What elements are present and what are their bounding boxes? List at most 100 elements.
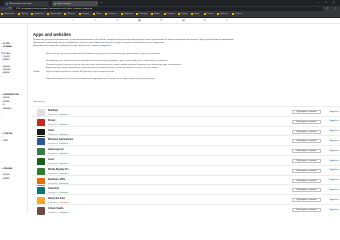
folder-icon (232, 13, 234, 15)
bookmark-item[interactable]: Видео (151, 13, 160, 15)
bookmark-item[interactable]: Документы (31, 13, 44, 15)
review-button[interactable]: Подтвердить и сравнить (292, 198, 321, 203)
bookmark-item[interactable]: Заметки (164, 13, 175, 15)
details-link[interactable]: Подробнее (329, 160, 339, 162)
folder-icon (93, 13, 95, 15)
security-icon[interactable]: ⛨ (160, 19, 162, 22)
details-link[interactable]: Подробнее (329, 189, 339, 191)
sidebar: ...ь по ...ечень... Учетные ...ления ...ройк… (0, 24, 28, 213)
review-button[interactable]: Подтвердить и сравнить (292, 149, 321, 154)
folder-icon (164, 13, 166, 15)
details-link[interactable]: Подробнее (329, 199, 339, 201)
sidebar-item[interactable]: ... (1, 111, 3, 115)
bookmark-item[interactable]: Курсы (191, 13, 200, 15)
learn-more-link[interactable]: Подробнее (100, 45, 110, 47)
app-name[interactable]: Arbex (48, 130, 55, 132)
folder-icon (47, 13, 49, 15)
new-tab-icon[interactable]: + (101, 1, 103, 4)
review-button[interactable]: Подтвердить и сравнить (292, 129, 321, 134)
details-link[interactable]: Подробнее (329, 150, 339, 152)
reload-icon[interactable]: ↻ (9, 7, 12, 10)
main-content: Apps and websites Управление доступом по… (32, 24, 340, 215)
bookmark-item[interactable]: Пароли (18, 13, 28, 15)
app-name[interactable]: CalenJoin (48, 188, 59, 190)
bookmark-item[interactable]: Задачи (178, 13, 188, 15)
bookmark-item[interactable]: Проекты (64, 13, 75, 15)
review-button[interactable]: Подтвердить и сравнить (292, 168, 321, 173)
details-link[interactable]: Подробнее (329, 169, 339, 171)
help-icon[interactable]: ? (226, 19, 228, 22)
minimize-icon[interactable]: – (318, 1, 320, 4)
sidebar-item[interactable]: ...чики (1, 139, 8, 143)
bookmark-item[interactable]: Модули (79, 13, 89, 15)
review-button[interactable]: Подтвердить и сравнить (292, 139, 321, 144)
bookmark-item[interactable]: Контакты (105, 13, 117, 15)
app-name[interactable]: Astra (48, 159, 54, 161)
details-link[interactable]: Подробнее (329, 120, 339, 122)
sidebar-item[interactable]: ...ройки (1, 177, 9, 181)
folder-icon (105, 13, 107, 15)
review-button[interactable]: Подтвердить и сравнить (292, 188, 321, 193)
intro-text: Дополнительные сведения о правилах досту… (33, 45, 111, 47)
bookmark-item[interactable]: Публикации (47, 13, 61, 15)
folder-icon (64, 13, 66, 15)
app-logo-icon (37, 207, 45, 215)
sidebar-item[interactable]: ... (1, 75, 3, 79)
back-icon[interactable]: ← (1, 7, 4, 10)
users-icon[interactable]: ☺ (94, 19, 97, 22)
apps-icon[interactable]: ▦ (138, 19, 141, 22)
bookmark-label: Модули (82, 13, 90, 15)
app-row[interactable]: Cohelo Studio Запрошено · Разрешено Подтве… (32, 204, 340, 218)
menu-icon[interactable]: ⋮ (334, 7, 337, 10)
devices-icon[interactable]: ▭ (116, 19, 119, 22)
bookmark-item[interactable]: Работа (204, 13, 214, 15)
app-name[interactable]: Gaia Inspector (48, 149, 64, 151)
settings-label: Общие (33, 71, 40, 73)
details-link[interactable]: Подробнее (329, 209, 339, 211)
close-tab-icon[interactable]: × (47, 2, 48, 4)
forward-icon[interactable]: → (5, 7, 8, 10)
app-name[interactable]: Mobile Display Pro (48, 169, 69, 171)
intro-text-part: Дополнительные сведения о правилах досту… (33, 45, 100, 47)
review-button[interactable]: Подтвердить и сравнить (292, 119, 321, 124)
app-name[interactable]: Ready Set Sold (48, 198, 65, 200)
review-button[interactable]: Подтвердить и сравнить (292, 208, 321, 212)
reports-icon[interactable]: ▤ (182, 19, 185, 22)
review-button[interactable]: Подтвердить и сравнить (292, 110, 321, 114)
app-name[interactable]: Windows Authenticator (48, 139, 74, 141)
bookmark-label: Видео (154, 13, 160, 15)
details-link[interactable]: Подробнее (329, 111, 339, 113)
app-name[interactable]: Cohelo Studio (48, 208, 64, 210)
app-name[interactable]: Dorest (48, 120, 55, 122)
home-icon[interactable]: ⌂ (72, 19, 74, 22)
details-link[interactable]: Подробнее (329, 140, 339, 142)
details-link[interactable]: Подробнее (329, 130, 339, 132)
bookmark-item[interactable]: Начальная (1, 13, 14, 15)
settings-line: Выбор типа доступа для всех приложений: … (46, 53, 161, 55)
bookmark-item[interactable]: Подписки (121, 13, 133, 15)
app-name[interactable]: Rembraco CDN (48, 179, 65, 181)
billing-icon[interactable]: $ (204, 19, 206, 22)
review-button[interactable]: Подтвердить и сравнить (292, 178, 321, 183)
address-text: «ЛК» экспериментальная вкладка / приложе… (16, 8, 93, 10)
settings-line: Журнал запросов хранится в течение 180 д… (46, 71, 115, 73)
address-bar[interactable]: «ЛК» экспериментальная вкладка / приложе… (13, 7, 323, 11)
settings-line: Администраторы получат уведомление, когд… (46, 67, 159, 70)
bookmark-label: Заметки (167, 13, 175, 15)
details-link[interactable]: Подробнее (329, 179, 339, 181)
review-button[interactable]: Подтвердить и сравнить (292, 159, 321, 163)
bookmark-item[interactable]: Новости (217, 13, 228, 15)
app-meta: Запрошено · Разрешено (48, 212, 68, 214)
bookmark-label: Проекты (67, 13, 76, 15)
close-window-icon[interactable]: × (333, 1, 335, 4)
bookmark-item[interactable]: Поиск (93, 13, 102, 15)
bookmark-item[interactable]: Отчеты (232, 13, 242, 15)
app-name[interactable]: Shelfway (48, 110, 58, 112)
star-icon[interactable]: ☆ (326, 7, 329, 10)
admin-page: ⌂ ☺ ▭ ▦ ⛨ ▤ $? ...ь по ...ечень... Учетные ...лен… (0, 18, 340, 215)
bookmark-item[interactable]: Закладки (136, 13, 148, 15)
close-tab-icon[interactable]: × (96, 2, 97, 4)
maximize-icon[interactable]: □ (325, 1, 327, 4)
bookmark-label: Начальная (4, 13, 15, 15)
list-header: Приложение (33, 101, 45, 103)
